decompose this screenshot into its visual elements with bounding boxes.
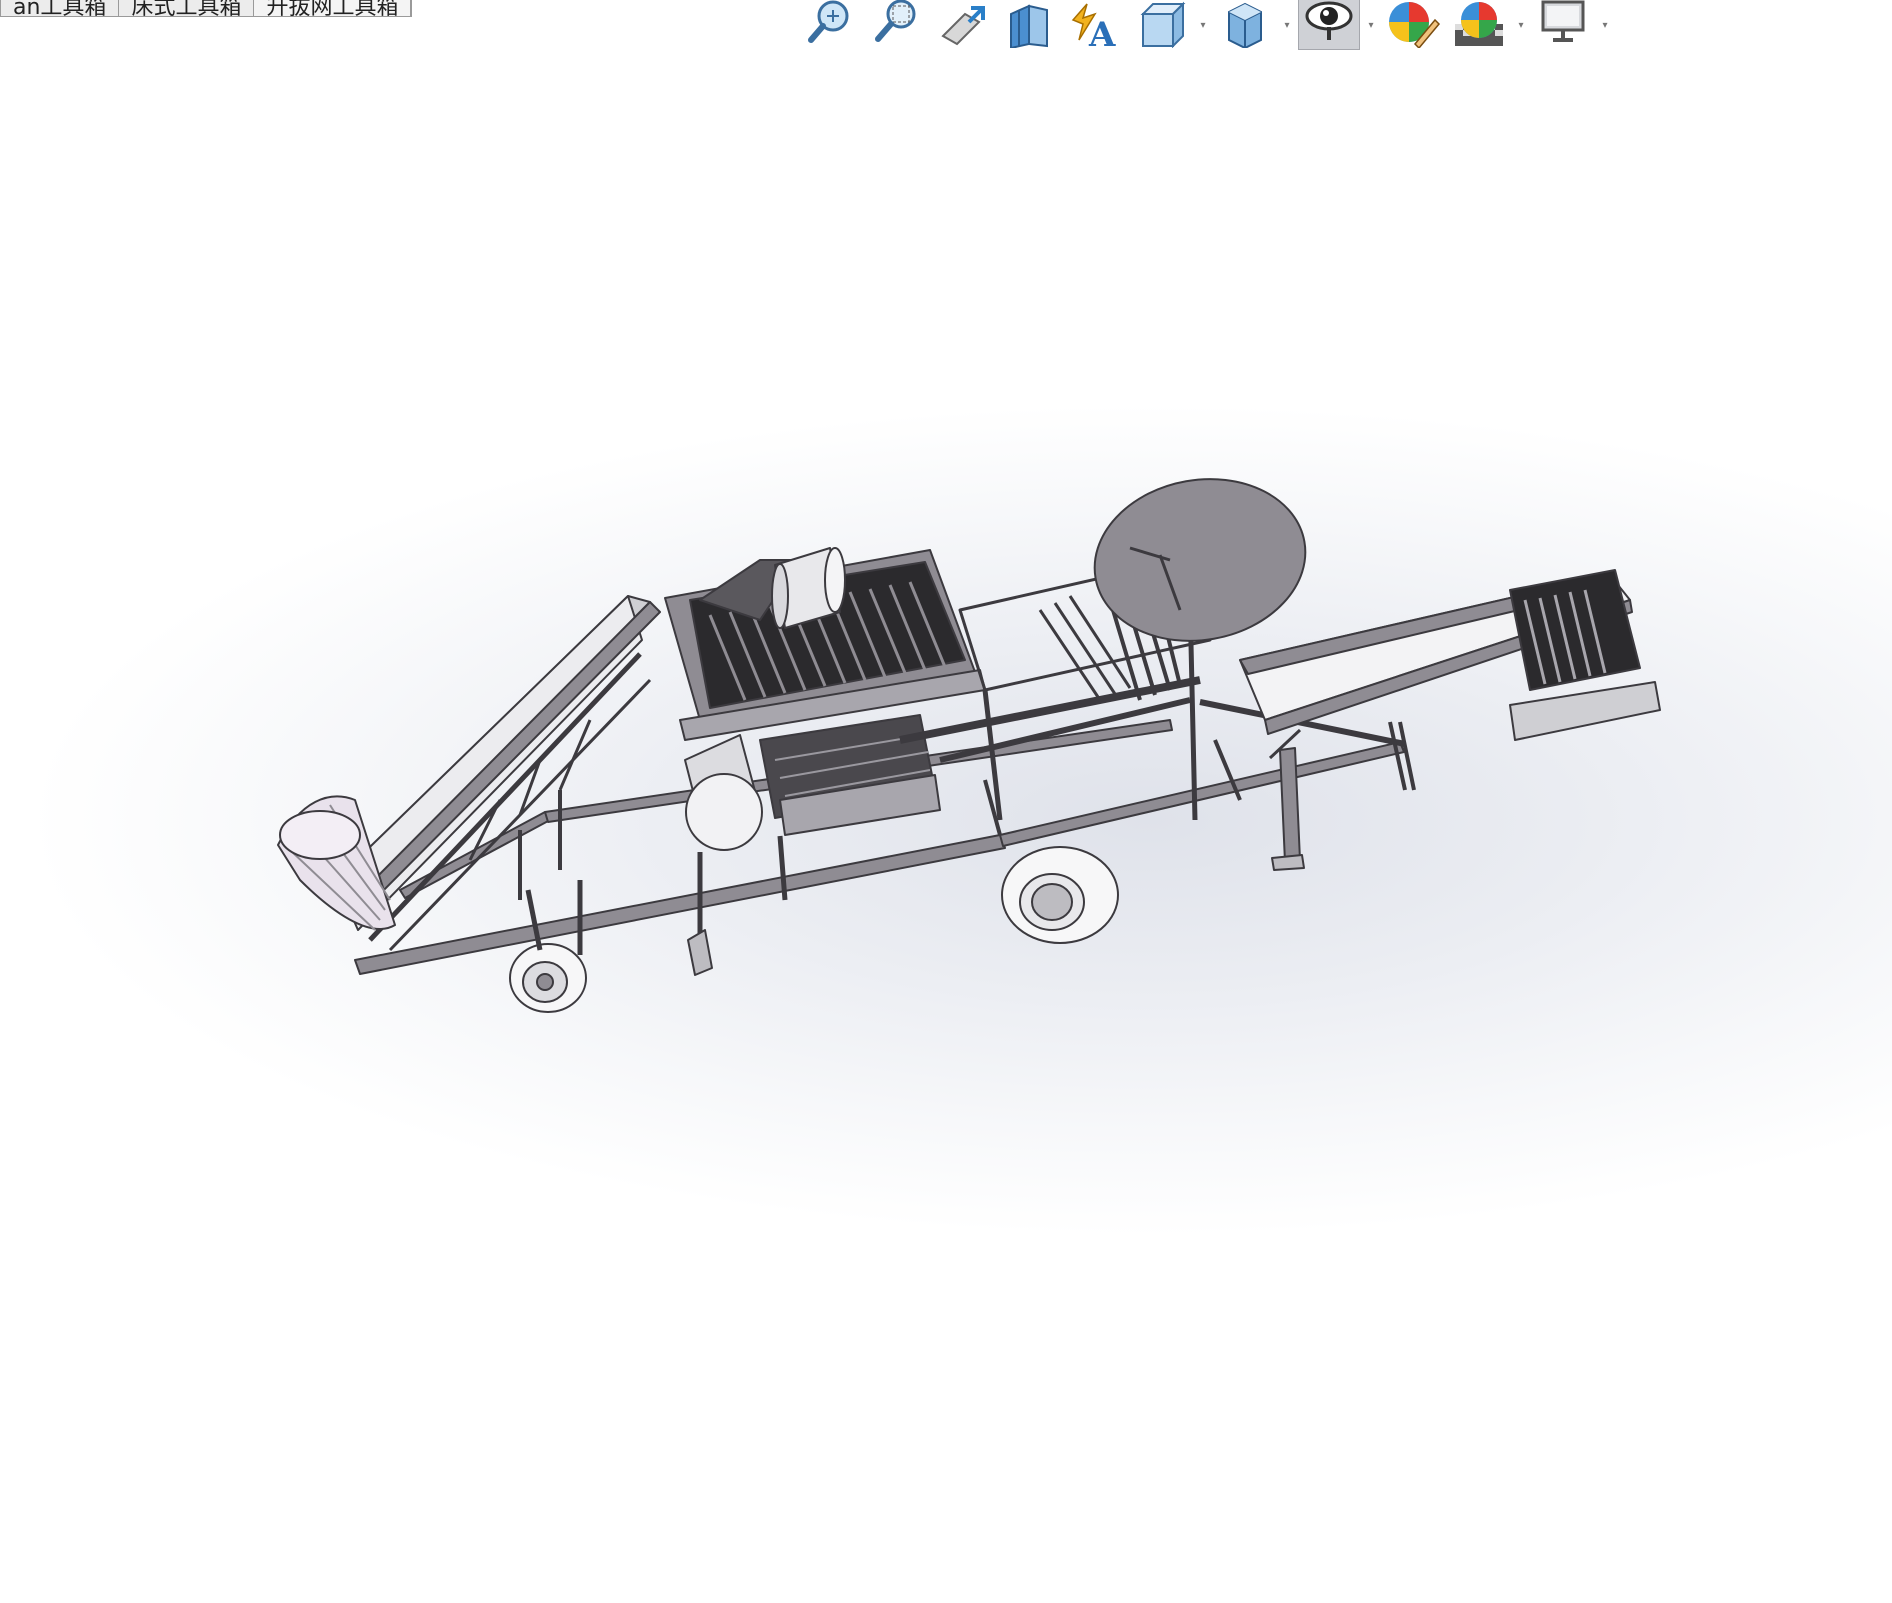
front-wheel bbox=[509, 889, 587, 1013]
main-wheel bbox=[1001, 846, 1119, 944]
discharge-conveyor bbox=[1239, 569, 1661, 741]
machine-3d-model[interactable] bbox=[0, 0, 1892, 1603]
graphics-viewport[interactable]: an工具箱 床式工具箱 升拔网工具箱 A ▾ ▾ ▾ ▾ ▾ bbox=[0, 0, 1892, 1603]
lower-sieve bbox=[759, 714, 941, 836]
lower-cylinder bbox=[684, 734, 763, 851]
